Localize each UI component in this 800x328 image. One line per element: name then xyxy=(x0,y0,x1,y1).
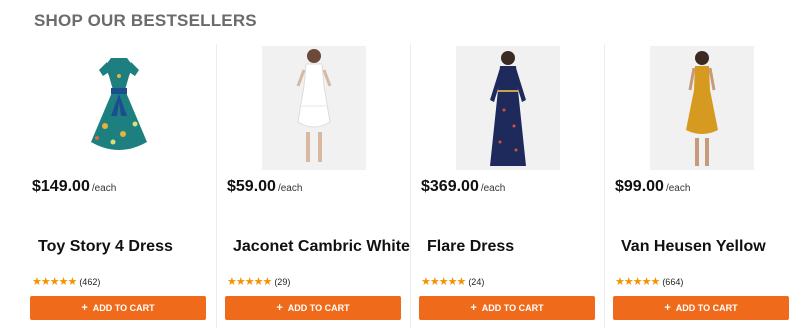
add-to-cart-label: ADD TO CART xyxy=(481,303,544,313)
add-to-cart-button[interactable]: + ADD TO CART xyxy=(225,296,401,320)
add-to-cart-label: ADD TO CART xyxy=(287,303,350,313)
product-card[interactable]: $369.00/each Flare Dress ★★★★★ (24) + ADD… xyxy=(410,44,604,328)
rating-count: (462) xyxy=(79,277,101,287)
add-to-cart-button[interactable]: + ADD TO CART xyxy=(613,296,789,320)
section-title: SHOP OUR BESTSELLERS xyxy=(34,11,257,30)
star-rating-icon: ★★★★★ xyxy=(227,276,272,288)
rating: ★★★★★ (24) xyxy=(421,275,484,288)
product-card[interactable]: $149.00/each Toy Story 4 Dress ★★★★★ (462… xyxy=(22,44,216,328)
product-name[interactable]: Van Heusen Yellow xyxy=(621,238,766,256)
plus-icon: + xyxy=(664,302,671,314)
product-card[interactable]: $99.00/each Van Heusen Yellow ★★★★★ (664)… xyxy=(604,44,798,328)
rating-count: (29) xyxy=(274,277,291,287)
product-name[interactable]: Flare Dress xyxy=(427,238,514,256)
add-to-cart-button[interactable]: + ADD TO CART xyxy=(419,296,595,320)
star-rating-icon: ★★★★★ xyxy=(615,276,660,288)
price: $59.00 xyxy=(227,178,276,195)
add-to-cart-button[interactable]: + ADD TO CART xyxy=(30,296,206,320)
price-unit: /each xyxy=(277,183,303,194)
plus-icon: + xyxy=(276,302,283,314)
price: $369.00 xyxy=(421,178,479,195)
rating-count: (24) xyxy=(468,277,485,287)
price: $99.00 xyxy=(615,178,664,195)
dress-image xyxy=(91,58,147,150)
add-to-cart-label: ADD TO CART xyxy=(675,303,738,313)
product-image[interactable] xyxy=(261,46,366,170)
product-grid: $149.00/each Toy Story 4 Dress ★★★★★ (462… xyxy=(22,44,800,328)
product-card[interactable]: $59.00/each Jaconet Cambric White ★★★★★(… xyxy=(216,44,410,328)
dress-image xyxy=(489,51,526,166)
price: $149.00 xyxy=(32,178,90,195)
product-name[interactable]: Jaconet Cambric White xyxy=(233,238,410,256)
dress-image xyxy=(685,51,718,166)
star-rating-icon: ★★★★★ xyxy=(421,276,466,288)
plus-icon: + xyxy=(470,302,477,314)
product-name[interactable]: Toy Story 4 Dress xyxy=(38,238,173,256)
star-rating-icon: ★★★★★ xyxy=(32,276,77,288)
rating: ★★★★★ (29) xyxy=(227,275,290,288)
rating: ★★★★★ (664) xyxy=(615,275,683,288)
price-unit: /each xyxy=(480,183,506,194)
product-image[interactable] xyxy=(649,46,754,170)
plus-icon: + xyxy=(81,302,88,314)
product-image[interactable] xyxy=(455,46,560,170)
rating: ★★★★★ (462) xyxy=(32,275,100,288)
price-unit: /each xyxy=(665,183,691,194)
add-to-cart-label: ADD TO CART xyxy=(92,303,155,313)
product-image[interactable] xyxy=(67,46,171,170)
rating-count: (664) xyxy=(662,277,684,287)
price-unit: /each xyxy=(91,183,117,194)
dress-image xyxy=(296,49,331,162)
